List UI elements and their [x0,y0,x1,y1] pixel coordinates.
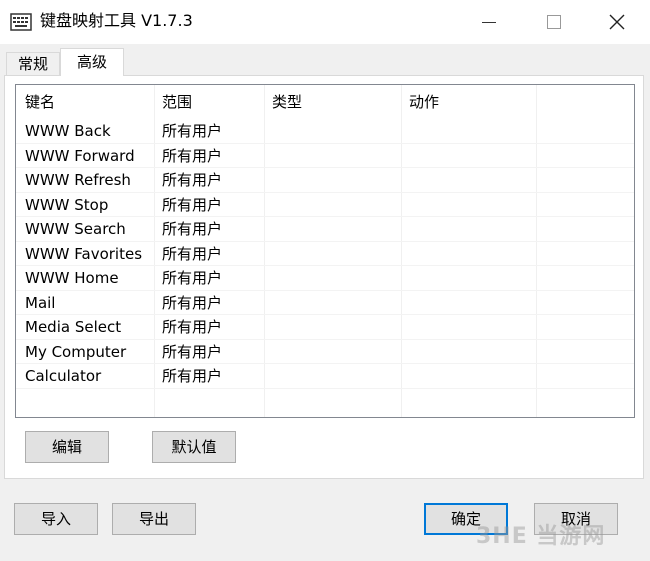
column-header-type[interactable]: 类型 [272,93,302,111]
title-bar[interactable]: 键盘映射工具 V1.7.3 [0,0,650,44]
table-row[interactable]: My Computer 所有用户 [16,340,634,364]
scope-cell: 所有用户 [162,244,223,263]
key-name-cell: WWW Favorites [25,244,143,263]
table-row[interactable]: Mail 所有用户 [16,291,634,315]
maximize-button[interactable] [530,6,576,38]
table-row[interactable]: Calculator 所有用户 [16,364,634,389]
tab-advanced[interactable]: 高级 [60,48,124,76]
key-name-cell: Calculator [25,367,102,385]
scope-cell: 所有用户 [162,367,223,385]
scope-cell: 所有用户 [162,293,223,312]
key-mapping-table[interactable]: 键名 范围 类型 动作 WWW Back 所有用户 WWW Forward 所有… [15,84,635,418]
key-name-cell: WWW Stop [25,195,109,214]
key-name-cell: WWW Home [25,269,119,287]
table-row[interactable]: WWW Favorites 所有用户 [16,242,634,266]
close-button[interactable] [594,6,640,38]
table-row[interactable]: WWW Refresh 所有用户 [16,168,634,193]
tab-general[interactable]: 常规 [6,52,60,76]
scope-cell: 所有用户 [162,146,223,165]
window-title: 键盘映射工具 V1.7.3 [40,11,193,30]
scope-cell: 所有用户 [162,195,223,214]
scope-cell: 所有用户 [162,220,223,238]
scope-cell: 所有用户 [162,342,223,361]
table-row[interactable]: WWW Back 所有用户 [16,119,634,144]
column-header-key[interactable]: 键名 [25,93,55,111]
scope-cell: 所有用户 [162,269,223,287]
scope-cell: 所有用户 [162,318,223,336]
column-header-action[interactable]: 动作 [409,93,439,111]
key-name-cell: WWW Forward [25,146,135,165]
table-row[interactable]: WWW Search 所有用户 [16,217,634,242]
watermark-logo: 3HE 当游网 [476,524,606,549]
minimize-button[interactable] [466,6,512,38]
edit-button[interactable]: 编辑 [25,431,109,463]
key-name-cell: My Computer [25,342,127,361]
table-row[interactable]: WWW Forward 所有用户 [16,144,634,168]
export-button[interactable]: 导出 [112,503,196,535]
keyboard-icon [10,13,32,31]
scope-cell: 所有用户 [162,171,223,189]
table-header: 键名 范围 类型 动作 [16,85,634,119]
key-name-cell: WWW Back [25,122,111,140]
default-value-button[interactable]: 默认值 [152,431,236,463]
key-name-cell: Mail [25,293,56,312]
import-button[interactable]: 导入 [14,503,98,535]
dialog-body: 常规 高级 键名 范围 类型 动作 WWW Back 所有用户 WWW Forw… [0,44,650,561]
table-row[interactable]: WWW Stop 所有用户 [16,193,634,217]
close-icon [609,14,625,30]
key-name-cell: WWW Refresh [25,171,131,189]
table-row[interactable]: Media Select 所有用户 [16,315,634,340]
table-row[interactable]: WWW Home 所有用户 [16,266,634,291]
key-mapper-window: 键盘映射工具 V1.7.3 常规 高级 键名 范围 类型 动作 WWW Back… [0,0,650,561]
key-name-cell: WWW Search [25,220,126,238]
column-header-scope[interactable]: 范围 [162,93,192,111]
advanced-tab-panel: 键名 范围 类型 动作 WWW Back 所有用户 WWW Forward 所有… [4,75,644,479]
scope-cell: 所有用户 [162,122,223,140]
key-name-cell: Media Select [25,318,122,336]
